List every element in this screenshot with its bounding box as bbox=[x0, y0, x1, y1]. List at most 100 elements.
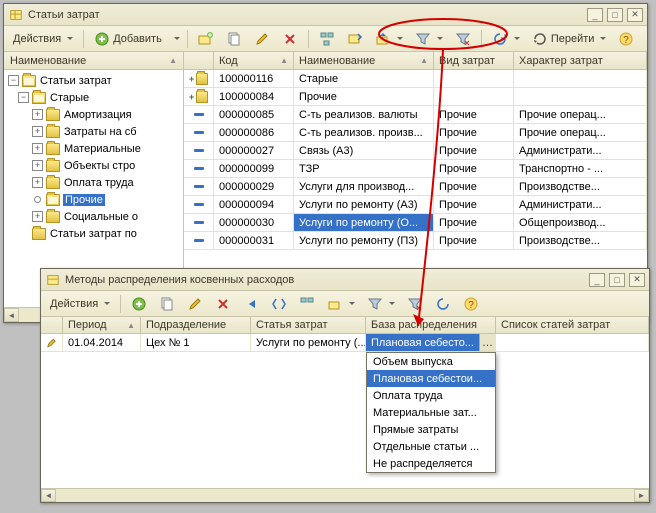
baza-dropdown[interactable]: Объем выпускаПлановая себестои...Оплата … bbox=[366, 352, 496, 473]
tree-item[interactable]: +Оплата труда bbox=[4, 174, 183, 191]
minimize-button[interactable]: _ bbox=[587, 8, 603, 22]
add-button[interactable]: Добавить bbox=[89, 29, 167, 49]
grid-row[interactable]: 000000085С-ть реализов. валютыПрочиеПроч… bbox=[184, 106, 647, 124]
move-button[interactable] bbox=[322, 294, 360, 314]
h-scrollbar[interactable]: ◄ ► bbox=[41, 488, 649, 502]
scroll-left[interactable]: ◄ bbox=[4, 308, 19, 322]
refresh-button[interactable] bbox=[487, 29, 525, 49]
toggle-button[interactable] bbox=[266, 294, 292, 314]
scroll-left[interactable]: ◄ bbox=[41, 489, 56, 502]
tree-item[interactable]: +Социальные о bbox=[4, 208, 183, 225]
dropdown-item[interactable]: Прямые затраты bbox=[367, 421, 495, 438]
tree-header[interactable]: Наименование ▲ bbox=[4, 52, 183, 70]
twisty-icon[interactable]: + bbox=[32, 211, 43, 222]
add-folder-button[interactable] bbox=[193, 29, 219, 49]
tree-item[interactable]: +Затраты на сб bbox=[4, 123, 183, 140]
maximize-button[interactable]: □ bbox=[609, 273, 625, 287]
twisty-icon[interactable]: + bbox=[32, 143, 43, 154]
grid-row[interactable]: 000000086С-ть реализов. произв...ПрочиеП… bbox=[184, 124, 647, 142]
filter-button[interactable] bbox=[362, 294, 400, 314]
edit-button[interactable] bbox=[249, 29, 275, 49]
col-podr[interactable]: Подразделение bbox=[141, 317, 251, 333]
col-spisok[interactable]: Список статей затрат bbox=[496, 317, 649, 333]
delete-button[interactable] bbox=[277, 29, 303, 49]
maximize-button[interactable]: □ bbox=[607, 8, 623, 22]
refresh-icon bbox=[435, 296, 451, 312]
grid-row[interactable]: 000000031Услуги по ремонту (П3)ПрочиеПро… bbox=[184, 232, 647, 250]
grid-row[interactable]: 000000029Услуги для производ...ПрочиеПро… bbox=[184, 178, 647, 196]
twisty-icon[interactable]: − bbox=[8, 75, 19, 86]
grid-row[interactable]: +100000116Старые bbox=[184, 70, 647, 88]
copy-button[interactable] bbox=[154, 294, 180, 314]
twisty-icon[interactable]: + bbox=[32, 177, 43, 188]
actions-menu[interactable]: Действия bbox=[45, 294, 115, 314]
col-marker[interactable] bbox=[184, 52, 214, 69]
close-button[interactable]: ✕ bbox=[627, 8, 643, 22]
dropdown-item[interactable]: Оплата труда bbox=[367, 387, 495, 404]
twisty-icon[interactable]: − bbox=[18, 92, 29, 103]
dropdown-item[interactable]: Не распределяется bbox=[367, 455, 495, 472]
help-button[interactable]: ? bbox=[613, 29, 639, 49]
separator bbox=[83, 30, 84, 48]
col-baza[interactable]: База распределения bbox=[366, 317, 496, 333]
cell-statya[interactable]: Услуги по ремонту (... bbox=[251, 334, 366, 351]
tree-item[interactable]: +Амортизация bbox=[4, 106, 183, 123]
help-button[interactable]: ? bbox=[458, 294, 484, 314]
dropdown-item[interactable]: Отдельные статьи ... bbox=[367, 438, 495, 455]
tree-root[interactable]: −Статьи затрат bbox=[4, 72, 183, 89]
twisty-icon[interactable]: + bbox=[32, 160, 43, 171]
tree-item[interactable]: Статьи затрат по bbox=[4, 225, 183, 242]
clear-filter-button[interactable] bbox=[402, 294, 428, 314]
twisty-icon[interactable]: + bbox=[32, 109, 43, 120]
col-vid[interactable]: Вид затрат bbox=[434, 52, 514, 69]
tree-item[interactable]: +Материальные bbox=[4, 140, 183, 157]
tree-item[interactable]: Прочие bbox=[4, 191, 183, 208]
dropdown-item[interactable]: Объем выпуска bbox=[367, 353, 495, 370]
clear-filter-button[interactable] bbox=[450, 29, 476, 49]
grid2-row[interactable]: 01.04.2014 Цех № 1 Услуги по ремонту (..… bbox=[41, 334, 649, 352]
dropdown-item[interactable]: Плановая себестои... bbox=[367, 370, 495, 387]
col-period[interactable]: Период▲ bbox=[63, 317, 141, 333]
goto-button[interactable]: Перейти bbox=[527, 29, 612, 49]
cell-period[interactable]: 01.04.2014 bbox=[63, 334, 141, 351]
grid-row[interactable]: +100000084Прочие bbox=[184, 88, 647, 106]
col-name[interactable]: Наименование▲ bbox=[294, 52, 434, 69]
item-marker bbox=[194, 239, 204, 242]
actions-menu[interactable]: Действия bbox=[8, 29, 78, 49]
filter-button[interactable] bbox=[410, 29, 448, 49]
svg-text:?: ? bbox=[624, 35, 630, 46]
lookup-button[interactable]: … bbox=[479, 334, 495, 351]
col-statya[interactable]: Статья затрат bbox=[251, 317, 366, 333]
hierarchy-button[interactable] bbox=[314, 29, 340, 49]
grid-row[interactable]: 000000027Связь (А3)ПрочиеАдминистрати... bbox=[184, 142, 647, 160]
cell-baza[interactable]: Плановая себесто... … bbox=[366, 334, 496, 351]
col-code[interactable]: Код▲ bbox=[214, 52, 294, 69]
scroll-right[interactable]: ► bbox=[634, 489, 649, 502]
edit-button[interactable] bbox=[182, 294, 208, 314]
cell-spisok[interactable] bbox=[496, 334, 649, 351]
move-up-button[interactable] bbox=[342, 29, 368, 49]
grid-row[interactable]: 000000094Услуги по ремонту (А3)ПрочиеАдм… bbox=[184, 196, 647, 214]
refresh-button[interactable] bbox=[430, 294, 456, 314]
first-icon bbox=[243, 296, 259, 312]
delete-button[interactable] bbox=[210, 294, 236, 314]
tree-item[interactable]: +Объекты стро bbox=[4, 157, 183, 174]
tree-item[interactable]: −Старые bbox=[4, 89, 183, 106]
hierarchy-button[interactable] bbox=[294, 294, 320, 314]
add-dropdown[interactable] bbox=[169, 29, 182, 49]
first-button[interactable] bbox=[238, 294, 264, 314]
col-har[interactable]: Характер затрат bbox=[514, 52, 647, 69]
cell-code: 000000029 bbox=[214, 178, 294, 195]
cell-marker bbox=[184, 106, 214, 123]
dropdown-item[interactable]: Материальные зат... bbox=[367, 404, 495, 421]
add-button[interactable] bbox=[126, 294, 152, 314]
move-button[interactable] bbox=[370, 29, 408, 49]
col-marker[interactable] bbox=[41, 317, 63, 333]
grid-row[interactable]: 000000030Услуги по ремонту (О...ПрочиеОб… bbox=[184, 214, 647, 232]
cell-podr[interactable]: Цех № 1 bbox=[141, 334, 251, 351]
twisty-icon[interactable]: + bbox=[32, 126, 43, 137]
grid-row[interactable]: 000000099ТЗРПрочиеТранспортно - ... bbox=[184, 160, 647, 178]
copy-button[interactable] bbox=[221, 29, 247, 49]
close-button[interactable]: ✕ bbox=[629, 273, 645, 287]
minimize-button[interactable]: _ bbox=[589, 273, 605, 287]
